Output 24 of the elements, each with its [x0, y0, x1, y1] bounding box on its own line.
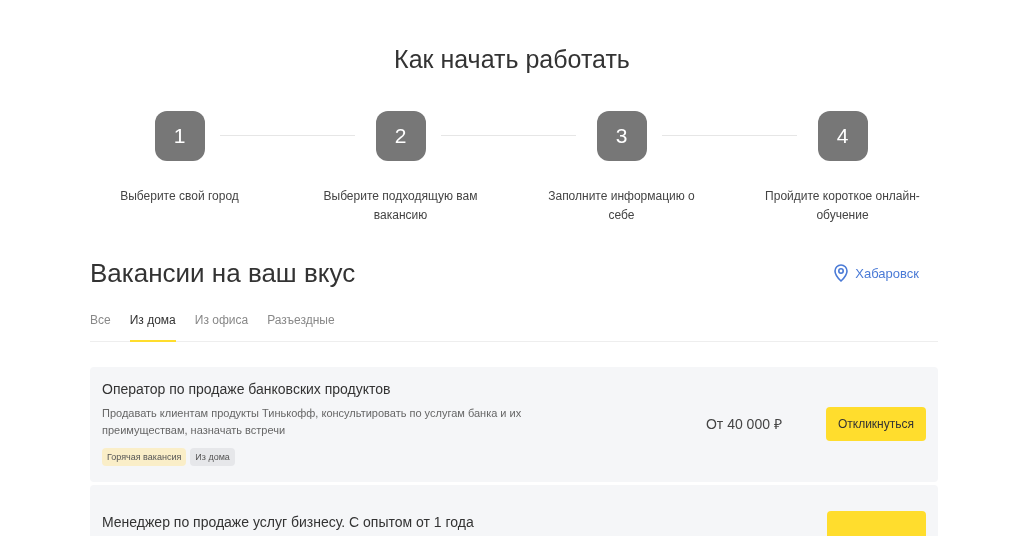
step-label: Выберите свой город: [119, 188, 240, 205]
salary: От 40 000 ₽: [705, 415, 783, 433]
step-label: Заполните информацию о себе: [547, 188, 696, 224]
location-pin-icon: [834, 264, 849, 282]
city-link[interactable]: Хабаровск: [834, 264, 919, 282]
respond-button[interactable]: [827, 511, 926, 536]
step-label: Выберите подходящую вам вакансию: [322, 188, 479, 224]
hot-tag: Горячая вакансия: [102, 448, 187, 466]
filter-tab[interactable]: Разъездные: [267, 306, 335, 342]
section-title: Как начать работать: [393, 44, 631, 74]
filter-tab[interactable]: Из офиса: [194, 306, 249, 342]
step-number: 1: [154, 111, 205, 161]
step-number: 2: [375, 111, 426, 161]
tag-label: Из дома: [190, 448, 235, 466]
filter-tab[interactable]: Из дома: [129, 306, 176, 342]
filter-tab[interactable]: Все: [90, 306, 111, 342]
step-label: Пройдите короткое онлайн-обучение: [764, 188, 921, 224]
vacancy-description: Продавать клиентам продукты Тинькофф, консультировать по услугам банка и их преимуществам, назначать встречи: [102, 406, 522, 438]
respond-button[interactable]: Откликнуться: [825, 406, 926, 441]
step-number: 3: [596, 111, 647, 161]
vacancy-title: Менеджер по продаже услуг бизнесу. С опытом от 1 года: [102, 514, 475, 530]
step-number: 4: [817, 111, 868, 161]
section-title: Вакансии на ваш вкус: [90, 257, 356, 289]
vacancy-title: Оператор по продаже банковских продуктов: [102, 381, 392, 397]
